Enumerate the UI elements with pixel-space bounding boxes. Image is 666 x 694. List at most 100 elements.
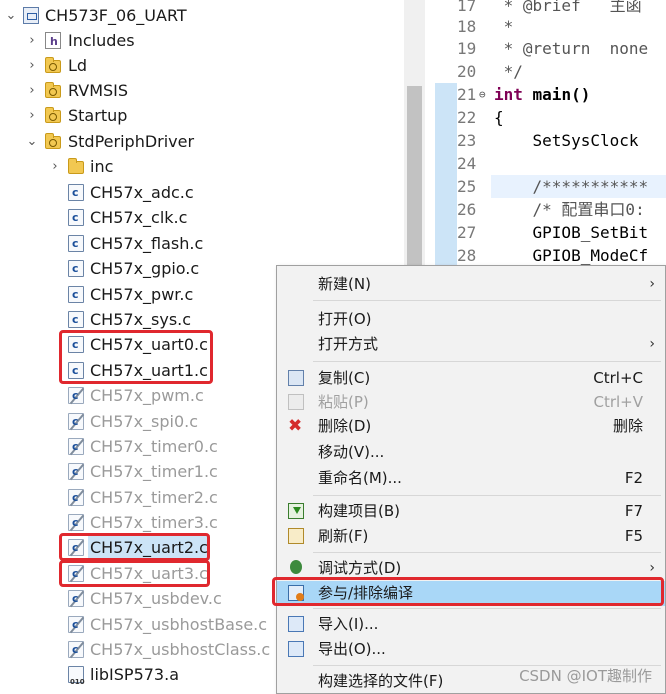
watermark: CSDN @IOT趣制作 (519, 667, 652, 685)
code-text: /*********** (494, 177, 649, 196)
menu-item-new[interactable]: 新建(N) › (277, 272, 665, 297)
highlight-box-uart2 (59, 533, 210, 561)
chevron-right-icon[interactable]: › (25, 103, 39, 128)
line-number: 20 (457, 62, 477, 81)
menu-item-shortcut: F5 (624, 527, 643, 545)
import-icon (288, 616, 304, 632)
line-number: 28 (457, 246, 477, 265)
file-label: CH57x_usbhostClass.c (90, 640, 271, 659)
menu-item-open-with[interactable]: 打开方式 › (277, 332, 665, 357)
file-label: CH57x_sys.c (90, 310, 192, 329)
chevron-right-icon[interactable]: › (25, 78, 39, 103)
menu-separator (313, 300, 661, 301)
submenu-arrow-icon: › (649, 336, 655, 352)
build-icon (288, 503, 304, 519)
code-text: { (494, 108, 504, 127)
menu-item-shortcut: Ctrl+C (593, 369, 643, 387)
code-line: 20 */ (425, 60, 523, 83)
c-file-icon (68, 180, 84, 205)
excluded-c-file-icon (68, 637, 84, 662)
menu-item-label: 打开(O) (318, 310, 372, 328)
menu-item-import[interactable]: 导入(I)... (277, 612, 665, 637)
excluded-c-file-icon (68, 612, 84, 637)
project-name: CH573F_06_UART (45, 6, 187, 25)
chevron-down-icon[interactable]: ⌄ (25, 129, 39, 154)
code-text: GPIOB_SetBit (494, 223, 649, 242)
file-label: CH57x_usbhostBase.c (90, 615, 268, 634)
library-file-icon (68, 666, 85, 694)
menu-item-label: 复制(C) (318, 369, 371, 387)
line-number: 25 (457, 177, 477, 196)
highlight-box-uart3 (59, 560, 210, 587)
code-text: * (494, 17, 514, 36)
line-number: 19 (457, 39, 477, 58)
menu-item-shortcut: Ctrl+V (593, 393, 643, 411)
menu-item-label: 删除(D) (318, 417, 372, 435)
menu-item-label: 导出(O)... (318, 640, 386, 658)
code-line: 22 { (425, 106, 504, 129)
chevron-right-icon[interactable]: › (25, 53, 39, 78)
excluded-c-file-icon (68, 510, 84, 535)
source-folder-icon (45, 133, 61, 149)
menu-item-refresh[interactable]: 刷新(F) F5 (277, 524, 665, 549)
menu-separator (313, 608, 661, 609)
line-number: 26 (457, 200, 477, 219)
excluded-c-file-icon (68, 383, 84, 408)
menu-item-copy[interactable]: 复制(C) Ctrl+C (277, 366, 665, 391)
line-number: 24 (457, 154, 477, 173)
excluded-c-file-icon (68, 459, 84, 484)
tree-item-label: Startup (68, 106, 128, 125)
file-label: CH57x_timer2.c (90, 488, 218, 507)
line-number: 18 (457, 17, 477, 36)
export-icon (288, 641, 304, 657)
chevron-down-icon[interactable]: ⌄ (4, 3, 18, 28)
menu-item-open[interactable]: 打开(O) (277, 307, 665, 332)
file-label: CH57x_timer0.c (90, 437, 218, 456)
code-text: SetSysClock (494, 131, 639, 150)
c-file-icon (68, 307, 84, 332)
line-number: 21 (457, 85, 477, 104)
menu-item-label: 构建选择的文件(F) (318, 672, 444, 690)
refresh-icon (288, 528, 304, 544)
chevron-right-icon[interactable]: › (48, 154, 62, 179)
menu-item-label: 新建(N) (318, 275, 371, 293)
code-line-current: 25 /*********** (425, 175, 666, 198)
menu-item-move[interactable]: 移动(V)... (277, 440, 665, 465)
menu-item-paste[interactable]: 粘贴(P) Ctrl+V (277, 390, 665, 415)
code-line: 24 (425, 152, 493, 175)
menu-item-rename[interactable]: 重命名(M)... F2 (277, 466, 665, 491)
menu-item-label: 重命名(M)... (318, 469, 402, 487)
code-line: 21 ⊖ int main() (425, 83, 590, 106)
menu-item-label: 粘贴(P) (318, 393, 369, 411)
highlight-box-uart0-uart1 (59, 330, 213, 384)
source-folder-icon (45, 107, 61, 123)
code-text: */ (494, 62, 523, 81)
tree-item-label: Includes (68, 31, 135, 50)
tree-item-label: Ld (68, 56, 88, 75)
code-text: * @return none (494, 39, 649, 58)
delete-icon: ✖ (288, 416, 303, 436)
menu-separator (313, 495, 661, 496)
code-text: /* 配置串口0: (494, 200, 645, 219)
menu-item-export[interactable]: 导出(O)... (277, 637, 665, 662)
highlight-box-include-exclude (272, 577, 664, 606)
chevron-right-icon[interactable]: › (25, 28, 39, 53)
debug-icon (290, 560, 302, 574)
c-file-icon (68, 231, 84, 256)
menu-separator (313, 361, 661, 362)
line-number: 23 (457, 131, 477, 150)
excluded-c-file-icon (68, 586, 84, 611)
excluded-c-file-icon (68, 434, 84, 459)
menu-item-delete[interactable]: ✖ 删除(D) 删除 (277, 414, 665, 439)
paste-icon (288, 394, 304, 410)
c-file-icon (68, 256, 84, 281)
fold-collapse-icon[interactable]: ⊖ (479, 83, 486, 106)
code-line: 27 GPIOB_SetBit (425, 221, 648, 244)
menu-item-label: 移动(V)... (318, 443, 385, 461)
menu-item-build-project[interactable]: 构建项目(B) F7 (277, 499, 665, 524)
code-text: int main() (494, 83, 590, 106)
function-name: main() (522, 85, 591, 104)
file-label: CH57x_pwm.c (90, 386, 204, 405)
file-label: CH57x_pwr.c (90, 285, 194, 304)
code-line: 19 * @return none (425, 37, 648, 60)
